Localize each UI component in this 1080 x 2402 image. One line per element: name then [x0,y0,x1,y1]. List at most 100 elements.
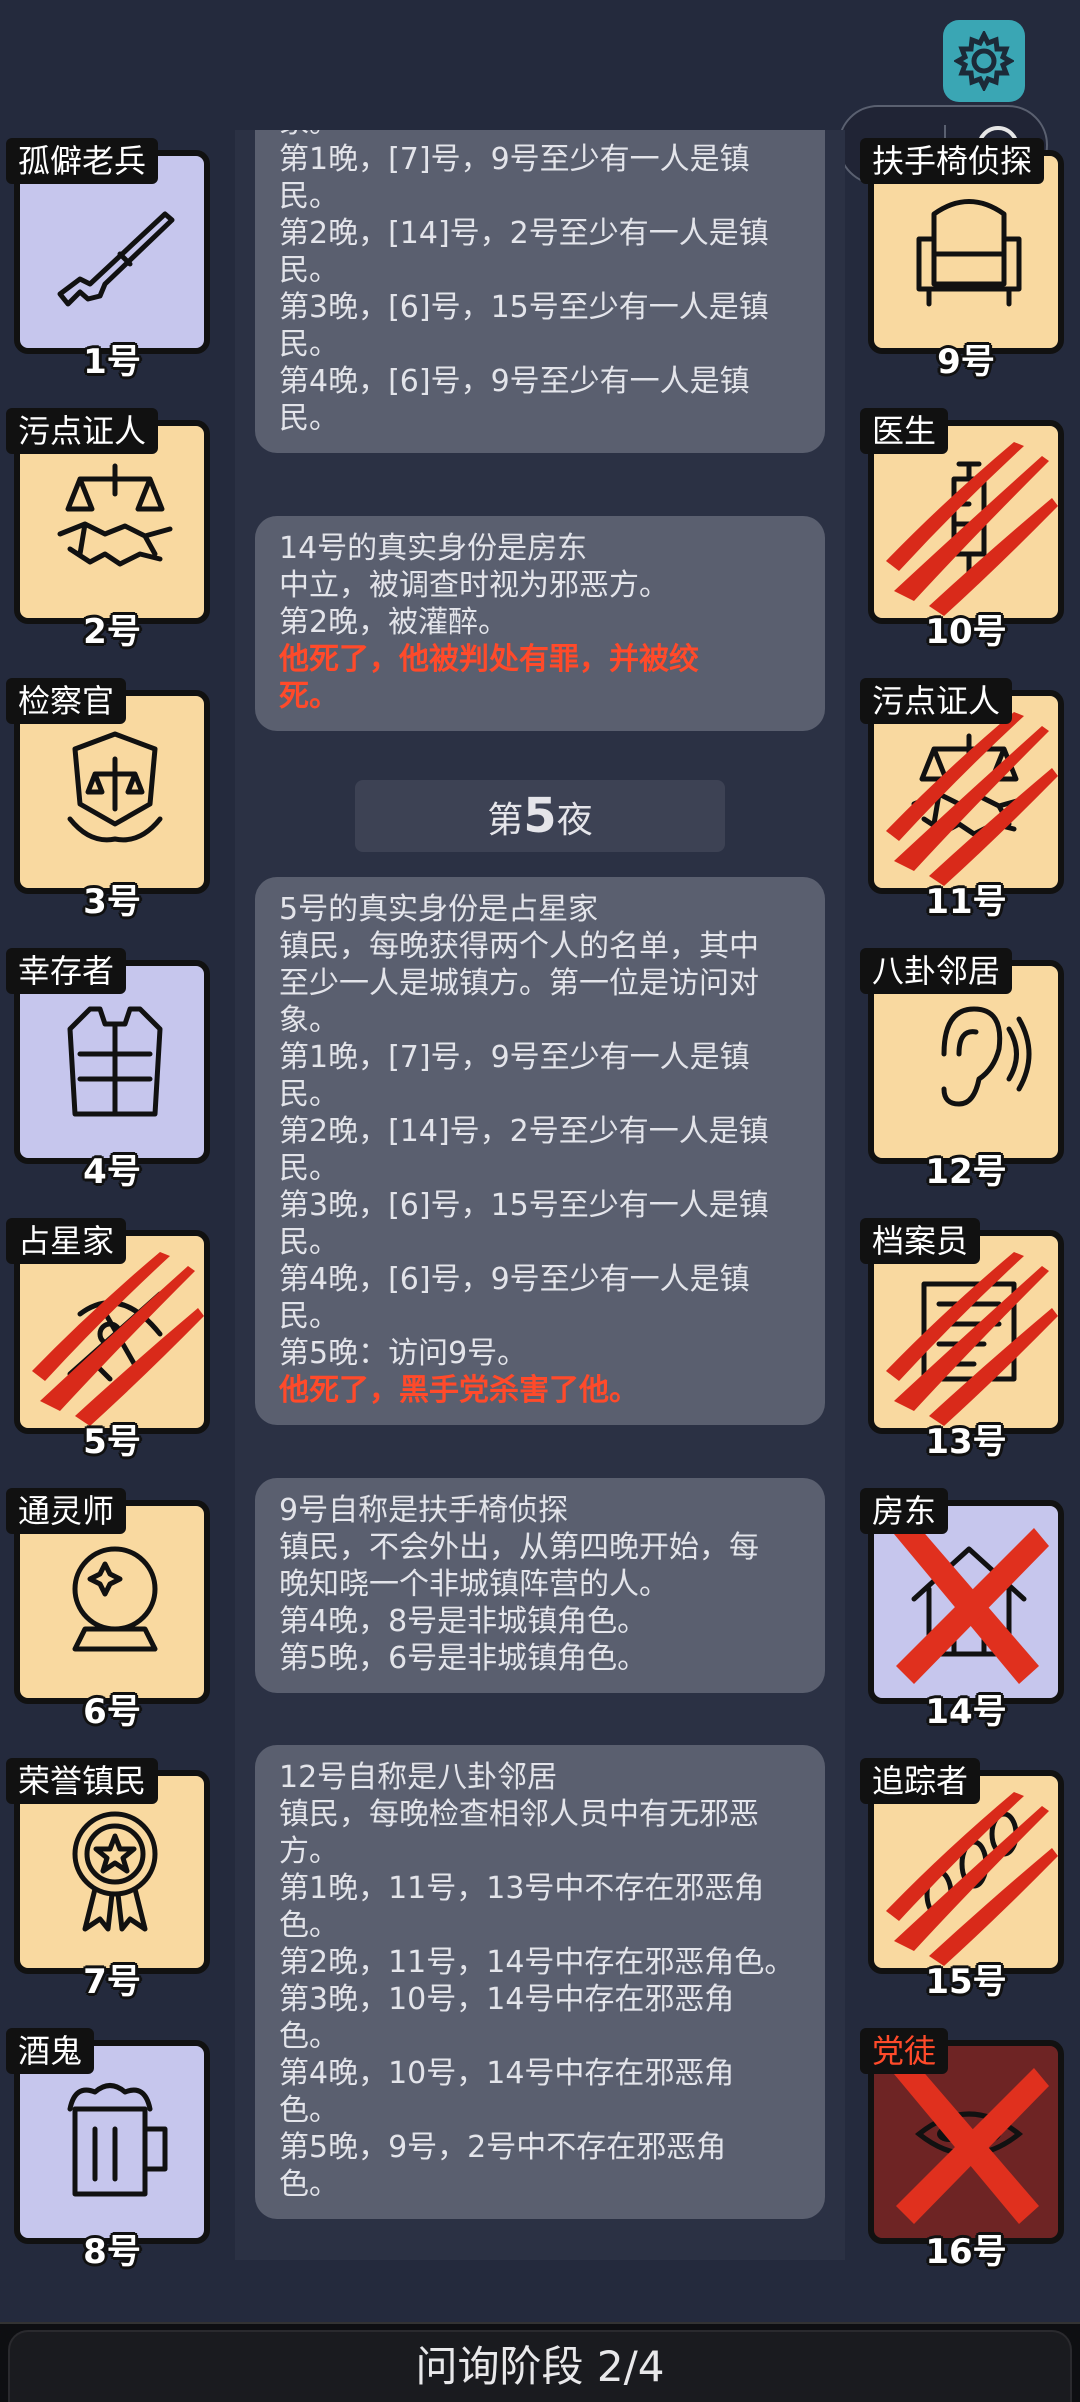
player-slot[interactable]: 污点证人 11号 [858,678,1068,922]
player-number: 8号 [83,2232,141,2272]
player-role-label: 污点证人 [6,408,159,454]
player-role-label: 医生 [860,408,949,454]
player-slot[interactable]: 医生 10号 [858,408,1068,652]
message-line: 民。 [279,401,339,436]
message-line: 民。 [279,179,339,214]
player-number: 2号 [83,612,141,652]
player-role-label: 通灵师 [6,1488,127,1534]
player-number: 10号 [925,612,1007,652]
death-notice: 他死了，他被判处有罪，并被绞 [279,642,699,677]
player-number: 15号 [925,1962,1007,2002]
player-number: 7号 [83,1962,141,2002]
message-line: 民。 [279,1077,339,1112]
message-line: 第4晚，[6]号，9号至少有一人是镇 [279,1262,750,1297]
message-line: 第5晚，9号，2号中不存在邪恶角 [279,2130,727,2165]
player-role-label: 污点证人 [860,678,1013,724]
player-number: 14号 [925,1692,1007,1732]
message-card: 5号的真实身份是占星家 镇民，每晚获得两个人的名单，其中 至少一人是城镇方。第一位是… [255,877,825,1425]
player-slot[interactable]: 检察官 3号 [4,678,214,922]
rifle-icon [57,211,175,307]
eliminated-cross-icon [894,1521,1049,1684]
message-line: 14号的真实身份是房东 [279,531,588,566]
message-line: 民。 [279,1225,339,1260]
message-line: 中立，被调查时视为邪恶方。 [279,568,669,603]
death-notice: 死。 [279,679,339,714]
player-slot[interactable]: 党徒 16号 [858,2028,1068,2272]
shield-scales-icon [67,731,163,843]
message-line: 第3晚，[6]号，15号至少有一人是镇 [279,290,769,325]
message-line: 方。 [279,1834,339,1869]
player-number: 5号 [83,1422,141,1462]
claw-marks-icon [886,1252,1058,1426]
player-role-label: 房东 [860,1488,949,1534]
message-line: 第4晚，8号是非城镇角色。 [279,1604,648,1639]
player-slot[interactable]: 房东 14号 [858,1488,1068,1732]
player-number: 9号 [937,342,995,382]
player-number: 13号 [925,1422,1007,1462]
message-line: 镇民，每晚检查相邻人员中有无邪恶 [279,1797,759,1832]
player-number: 3号 [83,882,141,922]
player-role-label: 检察官 [6,678,127,724]
night-suffix: 夜 [556,800,593,841]
message-line: 第2晚，[14]号，2号至少有一人是镇 [279,216,769,251]
death-notice: 他死了，黑手党杀害了他。 [279,1373,639,1408]
claw-marks-icon [886,712,1058,886]
message-line: 5号的真实身份是占星家 [279,892,599,927]
message-line: 第1晚，[7]号，9号至少有一人是镇 [279,1040,750,1075]
message-line: 民。 [279,253,339,288]
message-card: 9号自称是扶手椅侦探 镇民，不会外出，从第四晚开始，每 晚知晓一个非城镇阵营的人。第… [255,1478,825,1693]
message-line: 家。 [279,130,801,141]
message-line: 民。 [279,327,339,362]
message-line: 色。 [279,2019,339,2054]
vest-icon [67,1006,163,1117]
player-role-label: 追踪者 [860,1758,981,1804]
message-line: 第5晚：访问9号。 [279,1336,528,1371]
player-number: 11号 [925,882,1007,922]
player-slot[interactable]: 通灵师 6号 [4,1488,214,1732]
player-role-label: 党徒 [860,2028,949,2074]
claw-marks-icon [886,442,1058,616]
crystal-ball-icon [72,1546,158,1652]
player-role-label: 酒鬼 [6,2028,95,2074]
armchair-icon [916,199,1022,307]
player-number: 4号 [83,1152,141,1192]
message-line: 第2晚，11号，14号中存在邪恶角色。 [279,1945,795,1980]
player-slot[interactable]: 幸存者 4号 [4,948,214,1192]
player-role-label: 荣誉镇民 [6,1758,159,1804]
message-line: 第3晚，10号，14号中存在邪恶角 [279,1982,735,2017]
message-line: 第1晚，11号，13号中不存在邪恶角 [279,1871,765,1906]
player-role-label: 扶手椅侦探 [860,138,1045,184]
player-slot[interactable]: 酒鬼 8号 [4,2028,214,2272]
player-slot[interactable]: 扶手椅侦探 9号 [858,138,1068,382]
player-slot[interactable]: 追踪者 15号 [858,1758,1068,2002]
player-slot[interactable]: 污点证人 2号 [4,408,214,652]
handshake-icon [57,463,173,567]
night-prefix: 第 [487,800,524,841]
message-line: 晚知晓一个非城镇阵营的人。 [279,1567,669,1602]
phase-label: 问询阶段 2/4 [8,2330,1072,2402]
player-role-label: 幸存者 [6,948,127,994]
player-slot[interactable]: 八卦邻居 12号 [858,948,1068,1192]
player-slot[interactable]: 荣誉镇民 7号 [4,1758,214,2002]
message-line: 色。 [279,2167,339,2202]
ear-icon [941,1006,1032,1107]
player-slot[interactable]: 孤僻老兵 1号 [4,138,214,382]
message-log[interactable]: 家。第1晚，[7]号，9号至少有一人是镇民。第2晚，[14]号，2号至少有一人是… [235,130,845,2260]
night-number: 5 [523,788,557,844]
message-line: 第5晚，6号是非城镇角色。 [279,1641,648,1676]
message-line: 民。 [279,1151,339,1186]
message-line: 第2晚，[14]号，2号至少有一人是镇 [279,1114,769,1149]
player-slot[interactable]: 档案员 13号 [858,1218,1068,1462]
player-role-label: 八卦邻居 [860,948,1013,994]
gear-icon [954,31,1014,91]
message-line: 镇民，不会外出，从第四晚开始，每 [279,1530,759,1565]
settings-button[interactable] [943,20,1025,102]
message-line: 第1晚，[7]号，9号至少有一人是镇 [279,142,750,177]
message-card: 家。第1晚，[7]号，9号至少有一人是镇民。第2晚，[14]号，2号至少有一人是… [255,130,825,453]
claw-marks-icon [886,1792,1058,1966]
message-line: 至少一人是城镇方。第一位是访问对 [279,966,759,1001]
message-line: 象。 [279,1003,339,1038]
player-slot[interactable]: 占星家 5号 [4,1218,214,1462]
message-card: 14号的真实身份是房东 中立，被调查时视为邪恶方。 第2晚，被灌醉。 他死了，他被判处… [255,516,825,731]
night-divider: 第5夜 [355,780,725,852]
